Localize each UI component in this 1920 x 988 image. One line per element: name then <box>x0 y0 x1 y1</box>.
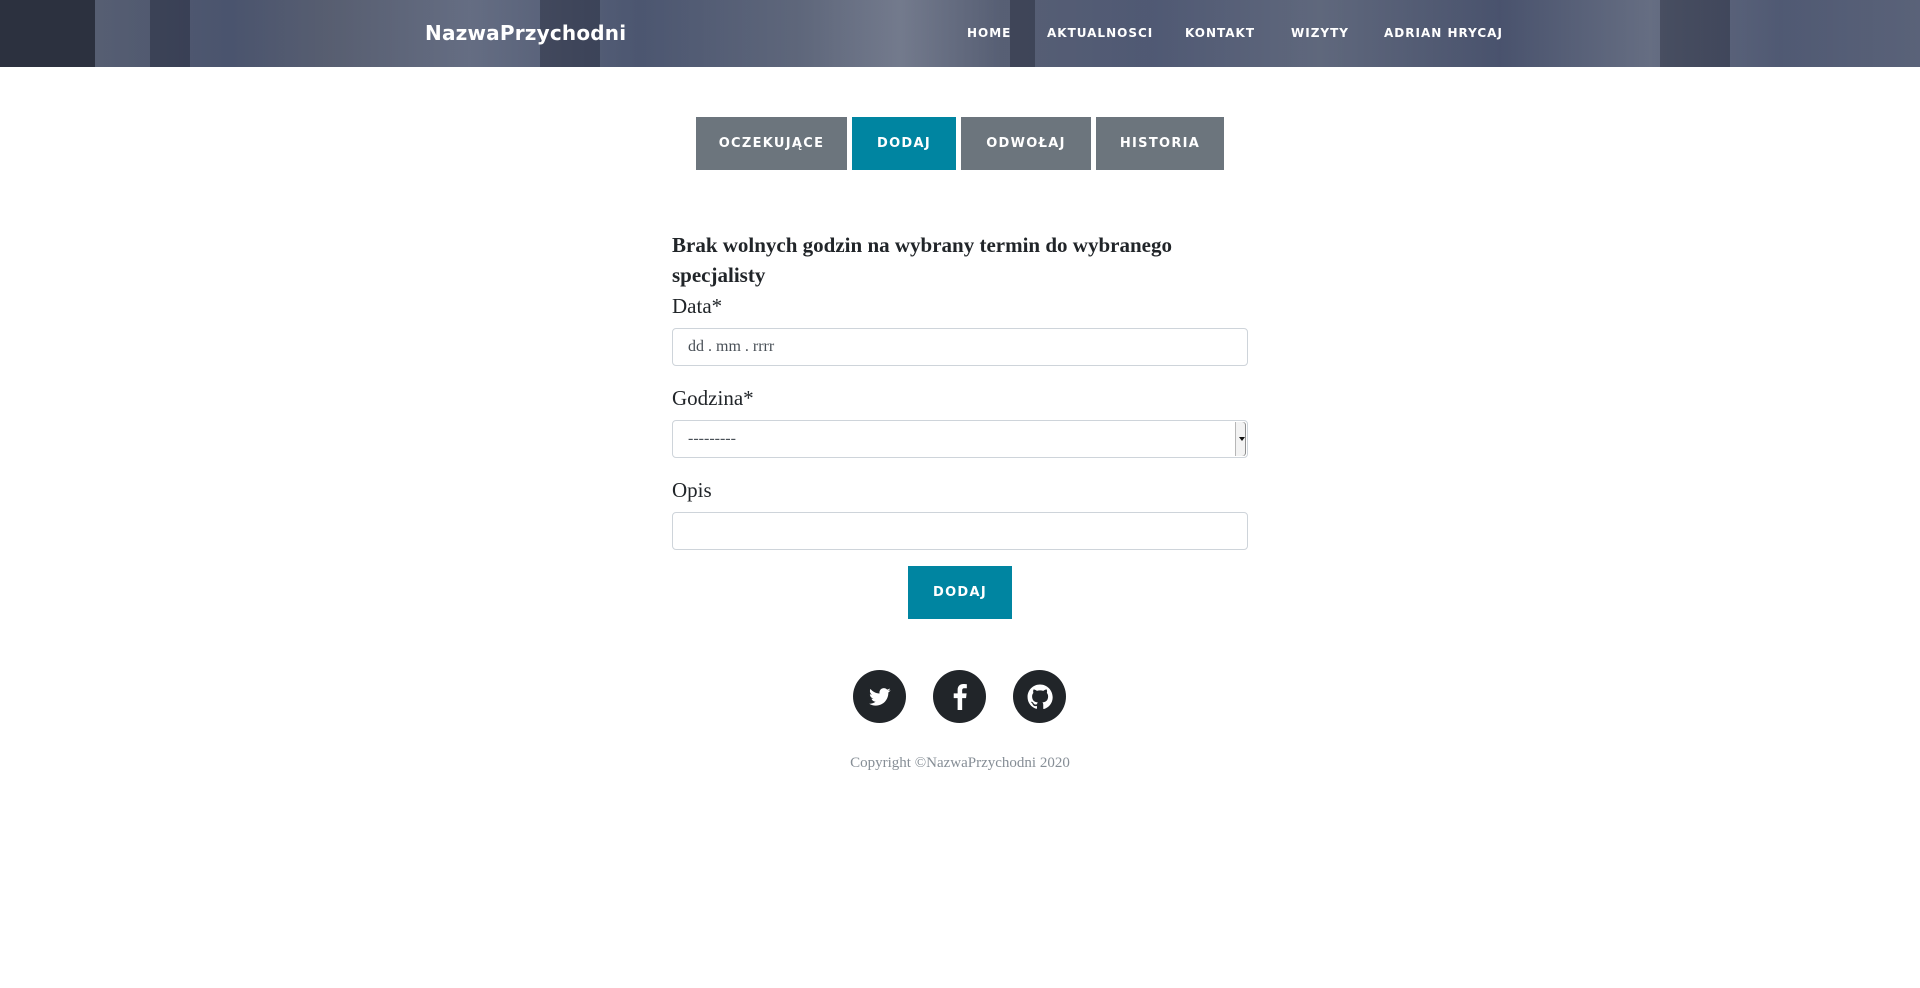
facebook-icon <box>953 683 967 710</box>
facebook-link[interactable] <box>933 670 986 723</box>
nav-home[interactable]: HOME <box>967 24 1011 42</box>
twitter-link[interactable] <box>853 670 906 723</box>
date-label: Data* <box>672 294 723 318</box>
github-icon <box>1027 684 1053 709</box>
dropdown-arrow-icon[interactable] <box>1235 422 1246 456</box>
submit-button[interactable]: DODAJ <box>908 566 1012 619</box>
hour-label: Godzina* <box>672 386 754 410</box>
hour-select-value: --------- <box>688 430 736 447</box>
nav-aktualnosci[interactable]: AKTUALNOSCI <box>1047 24 1153 42</box>
tab-dodaj[interactable]: DODAJ <box>852 117 956 170</box>
tab-historia[interactable]: HISTORIA <box>1096 117 1224 170</box>
nav-user-account[interactable]: ADRIAN HRYCAJ <box>1384 24 1503 42</box>
nav-wizyty[interactable]: WIZYTY <box>1291 24 1349 42</box>
description-input[interactable] <box>672 512 1248 550</box>
date-input[interactable]: dd . mm . rrrr <box>672 328 1248 366</box>
hour-select[interactable]: --------- <box>672 420 1248 458</box>
twitter-icon <box>868 687 891 706</box>
nav-kontakt[interactable]: KONTAKT <box>1185 24 1255 42</box>
site-header: NazwaPrzychodni HOME AKTUALNOSCI KONTAKT… <box>0 0 1920 67</box>
no-hours-message: Brak wolnych godzin na wybrany termin do… <box>672 233 1172 287</box>
copyright-text: Copyright ©NazwaPrzychodni 2020 <box>850 755 1070 771</box>
tab-oczekujace[interactable]: OCZEKUJĄCE <box>696 117 847 170</box>
description-label: Opis <box>672 478 712 502</box>
github-link[interactable] <box>1013 670 1066 723</box>
tab-odwolaj[interactable]: ODWOŁAJ <box>961 117 1091 170</box>
brand-logo[interactable]: NazwaPrzychodni <box>425 18 626 48</box>
